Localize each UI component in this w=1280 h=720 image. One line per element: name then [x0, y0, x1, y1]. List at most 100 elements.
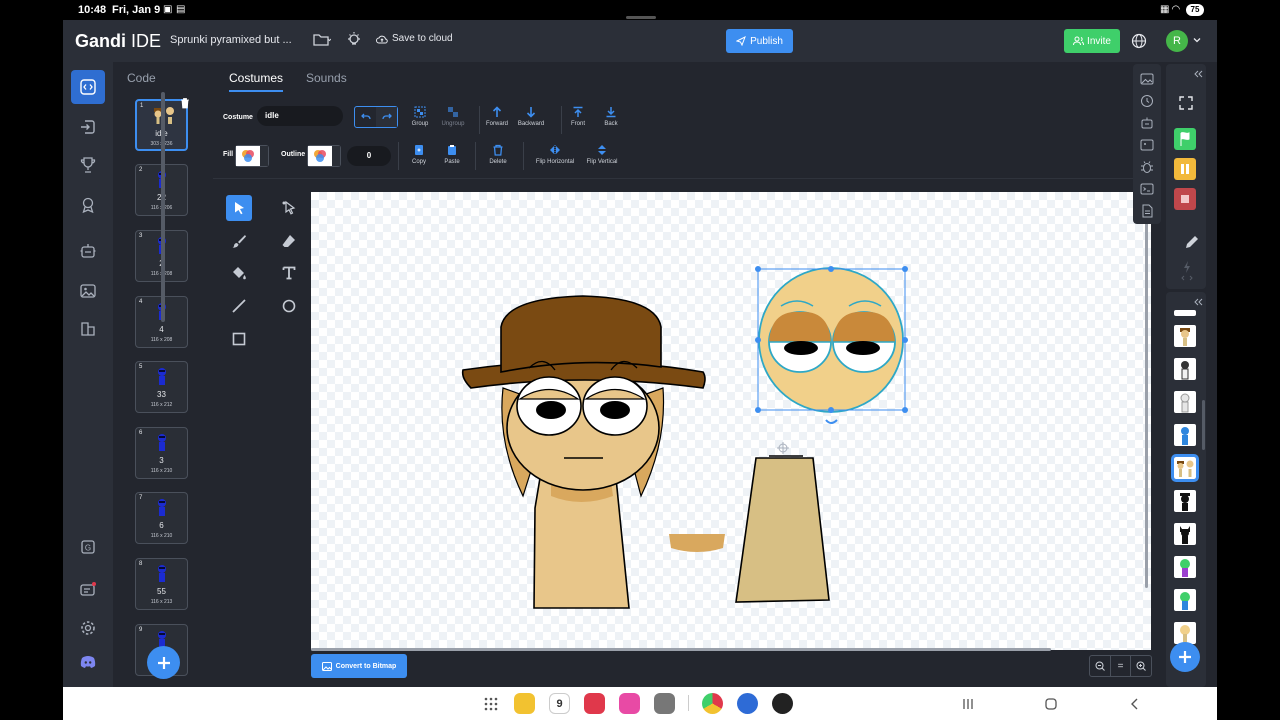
collapse-double-chevron-icon[interactable] — [1193, 298, 1203, 306]
trophy-nav-button[interactable] — [71, 148, 105, 182]
document-icon[interactable] — [1140, 204, 1154, 218]
stop-button[interactable] — [1174, 188, 1196, 210]
ungroup-button[interactable]: Ungroup — [433, 106, 473, 127]
fill-tool[interactable] — [226, 260, 252, 286]
canvas-vertical-scrollbar[interactable] — [1145, 196, 1148, 588]
gallery-icon[interactable] — [1140, 138, 1154, 152]
add-costume-button[interactable] — [147, 646, 180, 679]
costume-item[interactable]: 8 55 116 x 213 — [135, 558, 188, 610]
tab-sounds[interactable]: Sounds — [306, 71, 347, 85]
folder-icon[interactable] — [313, 33, 331, 47]
messages-app-icon[interactable] — [737, 693, 758, 714]
text-tool[interactable] — [276, 260, 302, 286]
window-handle[interactable] — [626, 16, 656, 19]
settings-nav-button[interactable] — [71, 611, 105, 645]
assets-nav-button[interactable] — [71, 274, 105, 308]
rectangle-tool[interactable] — [226, 326, 252, 352]
green-flag-button[interactable] — [1174, 128, 1196, 150]
circle-tool[interactable] — [276, 293, 302, 319]
eraser-tool[interactable] — [276, 228, 302, 254]
publish-button[interactable]: Publish — [726, 29, 793, 53]
costume-item[interactable]: 5 33 116 x 212 — [135, 361, 188, 413]
delete-button[interactable]: Delete — [478, 144, 518, 165]
brush-tool[interactable] — [226, 228, 252, 254]
back-button[interactable]: Back — [591, 106, 631, 127]
drawing-canvas[interactable] — [311, 192, 1151, 650]
outline-width-input[interactable]: 0 — [347, 146, 391, 166]
save-to-cloud-button[interactable]: Save to cloud — [376, 33, 453, 44]
chevron-down-icon[interactable] — [1192, 35, 1202, 45]
selected-head-piece[interactable] — [755, 266, 908, 424]
home-icon[interactable] — [1044, 697, 1058, 711]
reshape-tool[interactable] — [276, 195, 302, 221]
costume-name-input[interactable]: idle — [257, 106, 343, 126]
gandi-logo[interactable]: Gandi IDE — [75, 31, 161, 52]
back-icon[interactable] — [1128, 697, 1142, 711]
sprite-thumbnail[interactable] — [1174, 310, 1196, 316]
add-sprite-button[interactable] — [1170, 642, 1200, 672]
zoom-in-button[interactable] — [1131, 656, 1151, 676]
sprite-thumbnail[interactable] — [1174, 556, 1196, 578]
contacts-app-icon[interactable] — [584, 693, 605, 714]
costume-item[interactable]: 7 6 116 x 210 — [135, 492, 188, 544]
sprite-thumbnail[interactable] — [1174, 424, 1196, 446]
sprite-thumbnail[interactable] — [1174, 391, 1196, 413]
redo-button[interactable] — [376, 107, 397, 127]
collapse-double-chevron-icon[interactable] — [1193, 70, 1203, 78]
robot-icon[interactable] — [1140, 116, 1154, 130]
tab-code[interactable]: Code — [127, 71, 156, 85]
pause-button[interactable] — [1174, 158, 1196, 180]
select-tool[interactable] — [226, 195, 252, 221]
invite-button[interactable]: Invite — [1064, 29, 1120, 53]
sprite-thumbnail[interactable] — [1174, 622, 1196, 644]
undo-button[interactable] — [355, 107, 376, 127]
gallery-app-icon[interactable] — [619, 693, 640, 714]
sprite-thumbnail-selected[interactable] — [1171, 454, 1199, 482]
chrome-app-icon[interactable] — [702, 693, 723, 714]
sprite-list-scrollbar[interactable] — [1202, 400, 1205, 450]
bug-icon[interactable] — [1140, 160, 1154, 174]
canvas-horizontal-scrollbar[interactable] — [311, 648, 1051, 651]
fill-color-swatch[interactable] — [235, 145, 269, 167]
line-tool[interactable] — [226, 293, 252, 319]
costume-list-scrollbar[interactable] — [161, 92, 165, 322]
extension-nav-button[interactable] — [71, 234, 105, 268]
tab-costumes[interactable]: Costumes — [229, 71, 283, 85]
badge-nav-button[interactable] — [71, 188, 105, 222]
flip-horizontal-button[interactable]: Flip Horizontal — [529, 144, 581, 165]
user-avatar[interactable]: R — [1166, 30, 1188, 52]
editor-nav-button[interactable] — [71, 70, 105, 104]
calendar-app-icon[interactable]: 9 — [549, 693, 570, 714]
sprite-thumbnail[interactable] — [1174, 490, 1196, 512]
flip-vertical-button[interactable]: Flip Vertical — [581, 144, 623, 165]
app-grid-icon[interactable] — [484, 697, 498, 711]
chatgpt-app-icon[interactable] — [772, 693, 793, 714]
theme-bulb-icon[interactable] — [347, 32, 361, 48]
community-nav-button[interactable]: G — [71, 530, 105, 564]
language-globe-icon[interactable] — [1131, 33, 1147, 49]
backward-button[interactable]: Backward — [511, 106, 551, 127]
fullscreen-icon[interactable] — [1179, 96, 1193, 110]
zoom-out-button[interactable] — [1090, 656, 1111, 676]
plugins-nav-button[interactable] — [71, 312, 105, 346]
sprite-thumbnail[interactable] — [1174, 358, 1196, 380]
camera-app-icon[interactable] — [654, 693, 675, 714]
image-icon[interactable] — [1140, 72, 1154, 86]
import-nav-button[interactable] — [71, 110, 105, 144]
terminal-icon[interactable] — [1140, 182, 1154, 196]
files-app-icon[interactable] — [514, 693, 535, 714]
sprite-thumbnail[interactable] — [1174, 523, 1196, 545]
trash-icon[interactable] — [180, 97, 190, 109]
pencil-icon[interactable] — [1184, 234, 1200, 250]
convert-to-bitmap-button[interactable]: Convert to Bitmap — [311, 654, 407, 678]
recent-apps-icon[interactable] — [961, 697, 975, 711]
discord-nav-button[interactable] — [71, 645, 105, 679]
costume-item[interactable]: 6 3 116 x 210 — [135, 427, 188, 479]
sprite-thumbnail[interactable] — [1174, 325, 1196, 347]
outline-color-swatch[interactable] — [307, 145, 341, 167]
zoom-reset-button[interactable]: = — [1111, 656, 1132, 676]
notifications-nav-button[interactable] — [71, 572, 105, 606]
history-icon[interactable] — [1140, 94, 1154, 108]
paste-button[interactable]: Paste — [432, 144, 472, 165]
sprite-thumbnail[interactable] — [1174, 589, 1196, 611]
